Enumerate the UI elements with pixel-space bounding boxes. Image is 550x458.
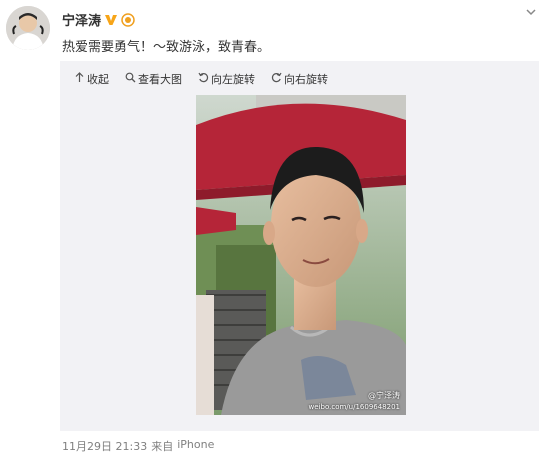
username-row: 宁泽涛 [62,10,135,29]
rotate-right-label: 向右旋转 [284,73,328,86]
post-text: 热爱需要勇气！～致游泳，致青春。 [62,40,271,55]
collapse-arrow-icon [74,72,85,86]
post-photo[interactable]: @宁泽涛 weibo.com/u/1609648201 [196,95,406,415]
image-toolbar: 收起 查看大图 向左旋转 向右旋转 [74,71,328,87]
rotate-left-icon [198,72,209,86]
watermark-url: weibo.com/u/1609648201 [308,403,400,411]
honor-badge-icon[interactable] [121,12,135,27]
username[interactable]: 宁泽涛 [62,10,101,29]
avatar[interactable] [6,6,50,50]
collapse-button[interactable]: 收起 [74,71,109,87]
rotate-left-button[interactable]: 向左旋转 [198,71,255,87]
collapse-label: 收起 [87,73,109,86]
chevron-down-icon[interactable] [524,4,538,18]
post-timestamp[interactable]: 11月29日 21:33 [62,438,147,454]
rotate-right-button[interactable]: 向右旋转 [271,71,328,87]
post-footer: 11月29日 21:33 来自 iPhone [62,438,214,454]
rotate-right-icon [271,72,282,86]
source-prefix: 来自 [151,440,174,453]
verified-v-icon [104,13,118,27]
view-large-label: 查看大图 [138,73,182,86]
post-source[interactable]: iPhone [177,438,214,454]
rotate-left-label: 向左旋转 [211,73,255,86]
view-large-button[interactable]: 查看大图 [125,71,182,87]
media-box: 收起 查看大图 向左旋转 向右旋转 @宁泽涛 weibo.com/u/16096… [60,61,539,431]
watermark-name: @宁泽涛 [368,391,400,400]
search-icon [125,72,136,86]
